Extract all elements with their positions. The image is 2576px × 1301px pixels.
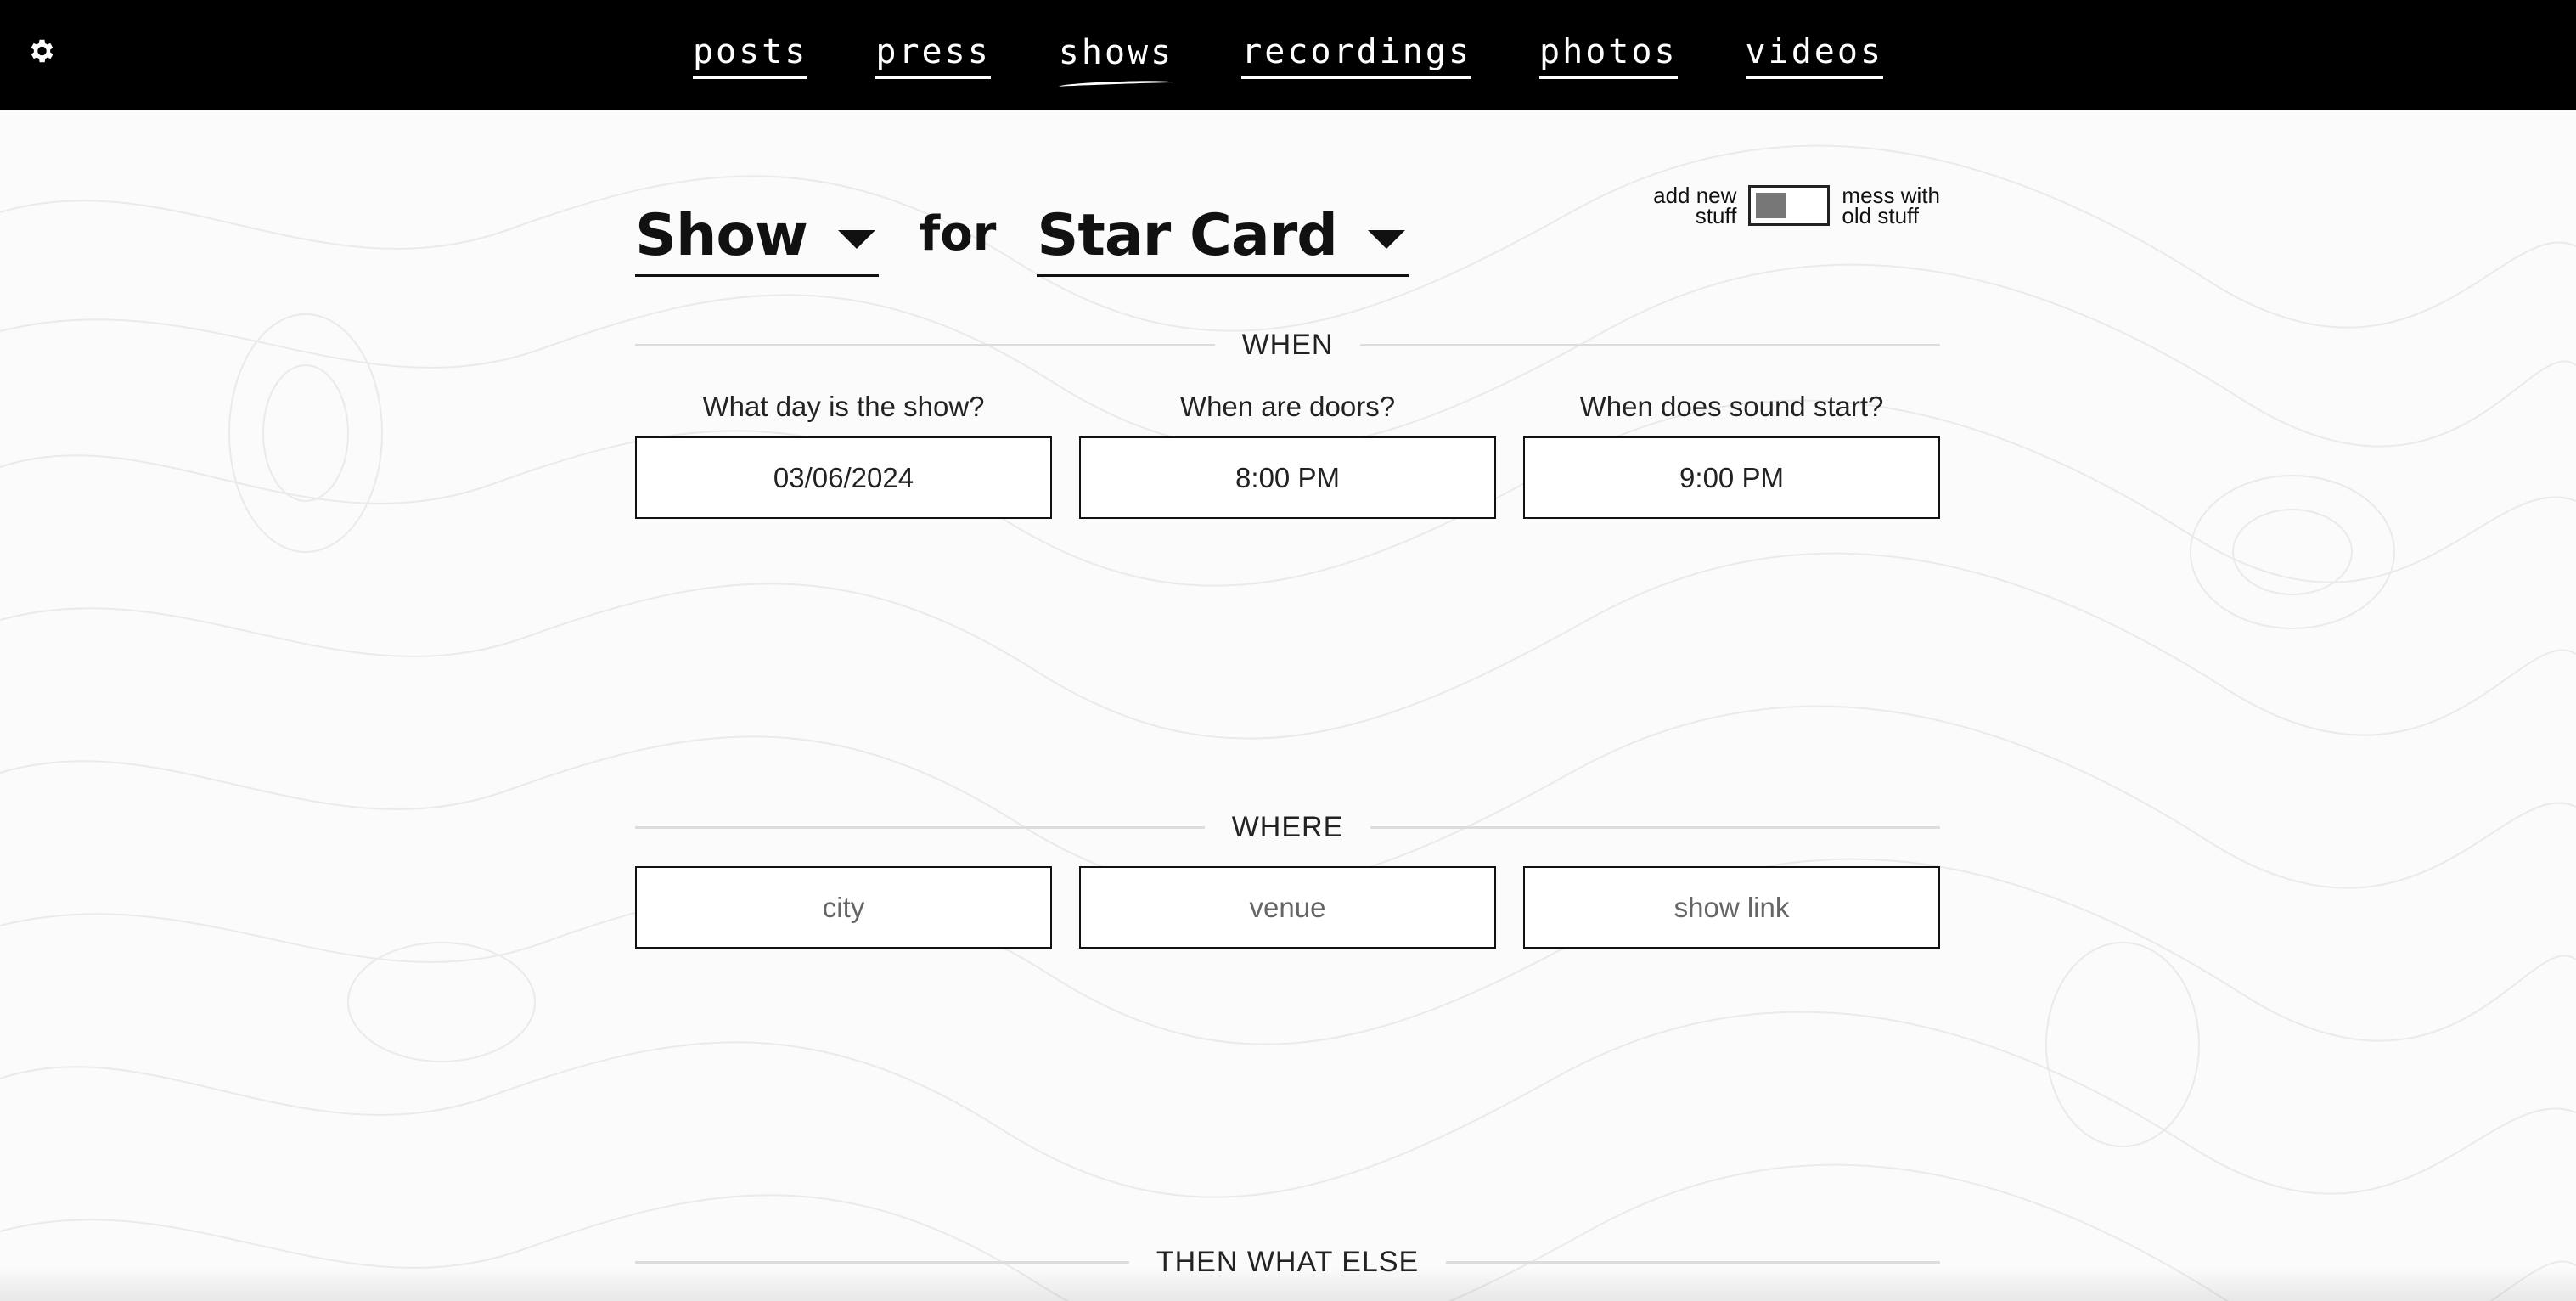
sound-time-input[interactable]: 9:00 PM: [1523, 436, 1940, 519]
show-link-input[interactable]: show link: [1523, 866, 1940, 949]
toggle-right-label: mess with old stuff: [1842, 184, 1940, 228]
nav-posts[interactable]: posts: [692, 32, 808, 79]
divider: [1370, 826, 1940, 829]
city-input[interactable]: city: [635, 866, 1052, 949]
doors-time-input[interactable]: 8:00 PM: [1079, 436, 1496, 519]
venue-input[interactable]: venue: [1079, 866, 1496, 949]
toggle-left-line-2: stuff: [1695, 203, 1737, 228]
bottom-shadow: [0, 1267, 2576, 1301]
date-label: What day is the show?: [702, 391, 985, 422]
nav-photos[interactable]: photos: [1539, 32, 1678, 79]
toggle-left-label: add new stuff: [1653, 184, 1737, 228]
toggle-right-line-2: old stuff: [1842, 203, 1920, 228]
section-title-where: WHERE: [1231, 811, 1344, 843]
divider: [635, 826, 1205, 829]
artist-dropdown[interactable]: Star Card: [1037, 202, 1409, 277]
main-nav: posts press shows recordings photos vide…: [0, 0, 2576, 110]
city-field-group: city: [635, 866, 1052, 949]
divider: [635, 344, 1215, 346]
for-label: for: [919, 206, 997, 262]
sound-label: When does sound start?: [1579, 391, 1884, 422]
section-where: WHERE: [635, 811, 1940, 844]
top-nav-bar: posts press shows recordings photos vide…: [0, 0, 2576, 110]
nav-recordings[interactable]: recordings: [1241, 32, 1472, 79]
mode-toggle-switch[interactable]: [1748, 185, 1831, 226]
mode-toggle-group: add new stuff mess with old stuff: [1653, 184, 1940, 228]
main-content: Show for Star Card add new stuff mess wi…: [635, 110, 1941, 1301]
where-fields: city venue show link: [635, 866, 1940, 949]
date-input[interactable]: 03/06/2024: [635, 436, 1052, 519]
content-type-value: Show: [635, 202, 808, 269]
section-title-when: WHEN: [1241, 329, 1334, 361]
sound-field-group: When does sound start? 9:00 PM: [1523, 391, 1940, 519]
show-link-field-group: show link: [1523, 866, 1940, 949]
section-when: WHEN: [635, 329, 1941, 362]
toggle-knob: [1756, 193, 1787, 218]
page-heading: Show for Star Card: [635, 166, 1409, 277]
nav-press[interactable]: press: [875, 32, 991, 79]
chevron-down-icon: [837, 229, 875, 249]
divider: [635, 1261, 1129, 1264]
artist-value: Star Card: [1037, 202, 1338, 269]
nav-videos[interactable]: videos: [1745, 32, 1884, 79]
doors-field-group: When are doors? 8:00 PM: [1079, 391, 1496, 519]
chevron-down-icon: [1367, 229, 1405, 249]
doors-label: When are doors?: [1179, 391, 1396, 422]
divider: [1446, 1261, 1940, 1264]
date-field-group: What day is the show? 03/06/2024: [635, 391, 1052, 519]
divider: [1360, 344, 1941, 346]
venue-field-group: venue: [1079, 866, 1496, 949]
content-type-dropdown[interactable]: Show: [635, 202, 879, 277]
nav-shows[interactable]: shows: [1059, 33, 1173, 77]
when-fields: What day is the show? 03/06/2024 When ar…: [635, 391, 1940, 519]
